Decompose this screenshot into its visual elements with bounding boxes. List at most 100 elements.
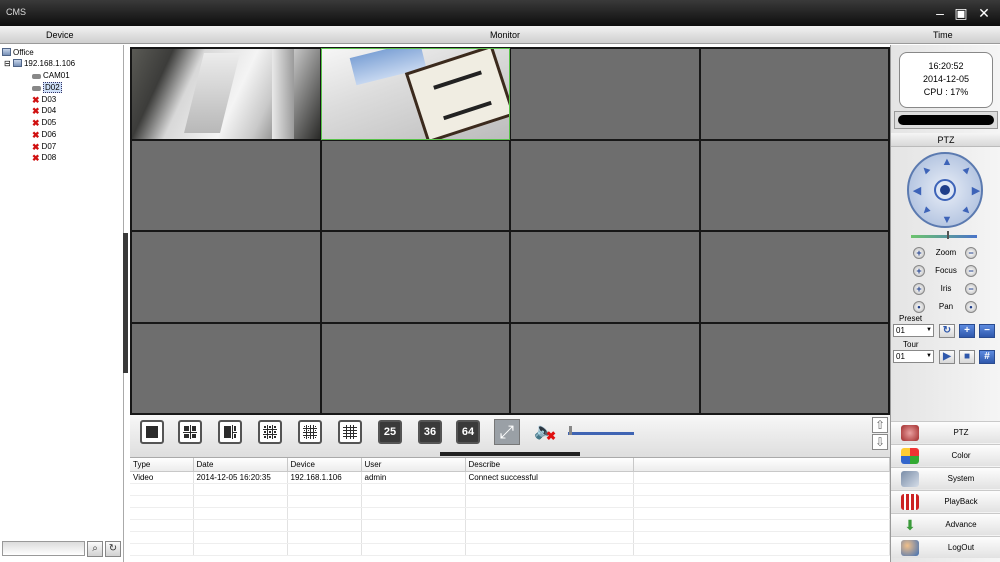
tree-host[interactable]: ⊟ 192.168.1.106 bbox=[4, 58, 75, 69]
close-button[interactable]: ✕ bbox=[974, 3, 994, 23]
volume-slider[interactable] bbox=[568, 432, 634, 435]
tree-channel[interactable]: ✖ D08 bbox=[32, 152, 56, 163]
maximize-button[interactable]: ▣ bbox=[951, 3, 971, 23]
video-cell-3[interactable] bbox=[511, 49, 699, 139]
log-splitter[interactable] bbox=[440, 452, 580, 456]
col-user[interactable]: User bbox=[361, 458, 466, 472]
tree-channel[interactable]: CAM01 bbox=[32, 70, 70, 81]
cell-user: admin bbox=[361, 471, 466, 484]
pan-start-button[interactable]: • bbox=[913, 301, 925, 313]
split-9-button[interactable] bbox=[258, 420, 282, 444]
cell-type: Video bbox=[130, 471, 194, 484]
split-4-button[interactable] bbox=[178, 420, 202, 444]
tour-grid-icon[interactable]: # bbox=[979, 350, 995, 364]
dvr-icon bbox=[12, 59, 22, 67]
split-64-button[interactable]: 64 bbox=[456, 420, 480, 444]
col-describe[interactable]: Describe bbox=[465, 458, 634, 472]
video-cell-16[interactable] bbox=[700, 323, 888, 413]
tree-channel[interactable]: D02 bbox=[32, 82, 62, 93]
menu-ptz[interactable]: PTZ bbox=[891, 421, 1000, 443]
video-cell-12[interactable] bbox=[700, 232, 888, 322]
video-cell-11[interactable] bbox=[511, 232, 699, 322]
preset-remove-icon[interactable]: − bbox=[979, 324, 995, 338]
menu-color[interactable]: Color bbox=[891, 444, 1000, 466]
refresh-icon[interactable]: ↻ bbox=[105, 541, 121, 557]
zoom-in-button[interactable]: + bbox=[913, 247, 925, 259]
preset-goto-icon[interactable]: ↻ bbox=[939, 324, 955, 338]
menu-playback[interactable]: PlayBack bbox=[891, 490, 1000, 512]
tour-select[interactable]: 01 bbox=[893, 350, 934, 363]
ptz-speed-slider[interactable] bbox=[911, 235, 977, 238]
tree-channel[interactable]: ✖ D03 bbox=[32, 94, 56, 105]
col-device[interactable]: Device bbox=[287, 458, 362, 472]
volume-handle[interactable] bbox=[569, 426, 572, 435]
camera-icon bbox=[32, 86, 41, 91]
ptz-title: PTZ bbox=[891, 133, 1000, 147]
right-arrow-icon[interactable]: ▶ bbox=[970, 185, 982, 197]
video-cell-14[interactable] bbox=[321, 323, 509, 413]
left-arrow-icon[interactable]: ◀ bbox=[911, 185, 923, 197]
iris-close-button[interactable]: − bbox=[965, 283, 977, 295]
down-arrow-icon[interactable]: ▼ bbox=[941, 214, 953, 226]
scroll-down-icon[interactable]: ⇩ bbox=[872, 434, 888, 450]
video-cell-13[interactable] bbox=[132, 323, 320, 413]
search-icon[interactable]: ⌕ bbox=[87, 541, 103, 557]
tree-root[interactable]: Office bbox=[2, 47, 34, 58]
scroll-up-icon[interactable]: ⇧ bbox=[872, 417, 888, 433]
video-cell-1[interactable] bbox=[132, 49, 320, 139]
tree-channel[interactable]: ✖ D04 bbox=[32, 105, 56, 116]
tour-stop-icon[interactable]: ■ bbox=[959, 350, 975, 364]
table-row[interactable]: Video 2014-12-05 16:20:35 192.168.1.106 … bbox=[130, 471, 890, 484]
video-cell-15[interactable] bbox=[511, 323, 699, 413]
device-search-input[interactable] bbox=[2, 541, 85, 556]
up-arrow-icon[interactable]: ▲ bbox=[941, 156, 953, 168]
up-right-arrow-icon[interactable]: ▲ bbox=[959, 162, 976, 179]
control-panel: 16:20:52 2014-12-05 CPU : 17% PTZ ▲ ▼ ◀ … bbox=[890, 45, 1000, 562]
video-cell-9[interactable] bbox=[132, 232, 320, 322]
split-16-button[interactable] bbox=[298, 420, 322, 444]
tour-play-icon[interactable]: ▶ bbox=[939, 350, 955, 364]
split-25-button[interactable]: 25 bbox=[378, 420, 402, 444]
split-36-button[interactable]: 36 bbox=[418, 420, 442, 444]
video-cell-8[interactable] bbox=[700, 140, 888, 230]
video-cell-5[interactable] bbox=[132, 140, 320, 230]
video-cell-6[interactable] bbox=[321, 140, 509, 230]
menu-logout[interactable]: LogOut bbox=[891, 536, 1000, 558]
split-6-button[interactable] bbox=[218, 420, 242, 444]
pan-control: • Pan • bbox=[913, 301, 979, 315]
color-menu-icon bbox=[901, 448, 919, 464]
preset-add-icon[interactable]: + bbox=[959, 324, 975, 338]
col-type[interactable]: Type bbox=[130, 458, 194, 472]
down-left-arrow-icon[interactable]: ▼ bbox=[918, 203, 935, 220]
ptz-center-button[interactable] bbox=[934, 179, 956, 201]
focus-far-button[interactable]: − bbox=[965, 265, 977, 277]
menu-advance[interactable]: ⬇ Advance bbox=[891, 513, 1000, 535]
panel-splitter[interactable] bbox=[123, 233, 128, 373]
split-1-button[interactable] bbox=[140, 420, 164, 444]
mute-icon[interactable]: 🔈 ✖ bbox=[534, 421, 558, 445]
preset-select[interactable]: 01 bbox=[893, 324, 934, 337]
focus-near-button[interactable]: + bbox=[913, 265, 925, 277]
tree-channel[interactable]: ✖ D05 bbox=[32, 117, 56, 128]
zoom-out-button[interactable]: − bbox=[965, 247, 977, 259]
split-20-button[interactable] bbox=[338, 420, 362, 444]
menu-system[interactable]: System bbox=[891, 467, 1000, 489]
col-filler bbox=[633, 458, 890, 472]
ptz-direction-pad[interactable]: ▲ ▼ ◀ ▶ ▲ ▲ ▼ ▼ bbox=[907, 152, 983, 228]
tree-channel[interactable]: ✖ D07 bbox=[32, 141, 56, 152]
tree-channel[interactable]: ✖ D06 bbox=[32, 129, 56, 140]
video-cell-4[interactable] bbox=[700, 49, 888, 139]
video-cell-10[interactable] bbox=[321, 232, 509, 322]
ptz-speed-handle[interactable] bbox=[947, 231, 949, 239]
video-cell-2[interactable] bbox=[320, 48, 510, 140]
log-header-row: Type Date Device User Describe bbox=[130, 458, 890, 472]
table-row bbox=[130, 495, 890, 508]
minimize-button[interactable]: – bbox=[930, 3, 950, 23]
col-date[interactable]: Date bbox=[193, 458, 288, 472]
video-cell-7[interactable] bbox=[511, 140, 699, 230]
fullscreen-icon[interactable]: ⤢ bbox=[494, 419, 520, 445]
down-right-arrow-icon[interactable]: ▼ bbox=[959, 203, 976, 220]
pan-stop-button[interactable]: • bbox=[965, 301, 977, 313]
up-left-arrow-icon[interactable]: ▲ bbox=[918, 162, 935, 179]
iris-open-button[interactable]: + bbox=[913, 283, 925, 295]
